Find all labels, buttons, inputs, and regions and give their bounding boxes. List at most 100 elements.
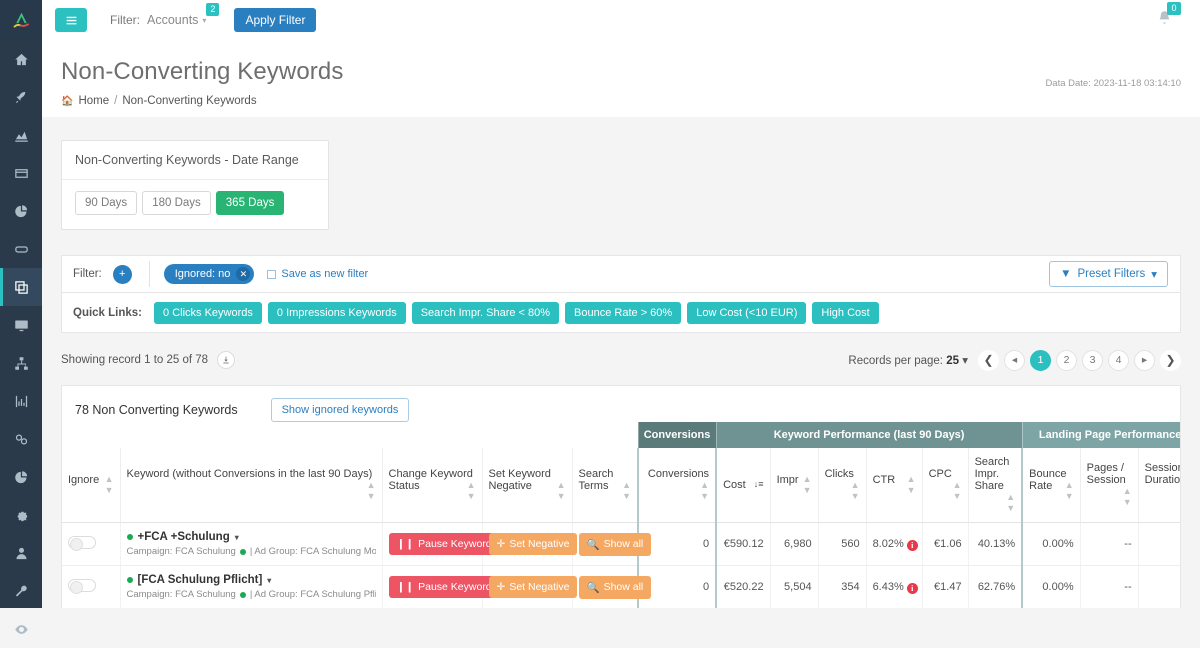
filter-bar-label: Filter: [73,268,102,280]
pause-keyword-button[interactable]: ❙❙ Pause Keyword [388,576,500,598]
column-search-terms[interactable]: Search Terms ▲ ▼ [572,448,639,523]
active-filter-chip[interactable]: Ignored: no ✕ [163,264,255,284]
sidebar-item-account[interactable] [0,534,42,572]
pagination-page-3[interactable]: 3 [1082,349,1103,371]
menu-toggle-button[interactable] [55,8,87,32]
quick-link-search-impr-share[interactable]: Search Impr. Share < 80% [411,301,560,324]
ctr-value: 6.43% [872,580,904,593]
column-change-keyword-status[interactable]: Change Keyword Status ▲ ▼ [382,448,483,523]
group-header-landing-page-performance: Landing Page Performance [1022,422,1180,448]
copy-icon [14,280,28,294]
sort-icon: ▲ ▼ [1006,492,1016,513]
column-search-impr-share[interactable]: Search Impr. Share ▲ ▼ [968,448,1023,523]
pagination-page-1[interactable]: 1 [1030,349,1051,371]
column-pages-session[interactable]: Pages / Session ▲ ▼ [1080,448,1139,523]
column-cost[interactable]: Cost ↓≡ [715,448,771,523]
accounts-dropdown[interactable]: Accounts ▾ 2 [147,3,220,27]
pagination-page-4[interactable]: 4 [1108,349,1129,371]
cell-change-status: ❙❙ Pause Keyword [382,565,500,608]
column-cpc[interactable]: CPC ▲ ▼ [922,448,969,523]
ignore-toggle[interactable] [68,536,96,551]
date-range-180-days[interactable]: 180 Days [142,191,211,215]
eye-icon [14,624,28,634]
notifications-button[interactable]: 0 [1157,2,1181,30]
sidebar-item-tools[interactable] [0,572,42,610]
pie-chart-icon [14,204,27,217]
pagination-page-2[interactable]: 2 [1056,349,1077,371]
sidebar-item-reports[interactable] [0,192,42,230]
quick-link-0-impressions[interactable]: 0 Impressions Keywords [267,301,406,324]
column-conversions[interactable]: Conversions ▲ ▼ [637,448,717,523]
breadcrumb-home-link[interactable]: Home [78,95,109,107]
close-icon[interactable]: ✕ [236,267,251,281]
sidebar-item-insights[interactable] [0,458,42,496]
column-ctr[interactable]: CTR ▲ ▼ [866,448,923,523]
sidebar-item-performance[interactable] [0,116,42,154]
sidebar-item-labels[interactable] [0,230,42,268]
cell-ctr: 8.02% i [866,522,923,566]
keyword-name[interactable]: +FCA +Schulung ▾ [126,531,376,543]
sidebar-item-monitor[interactable] [0,610,42,648]
set-negative-button[interactable]: ✛ Set Negative [488,576,578,598]
ignore-toggle[interactable] [68,579,96,594]
records-summary-row: Showing record 1 to 25 of 78 Records per… [61,346,1181,374]
pause-keyword-button[interactable]: ❙❙ Pause Keyword [388,533,500,555]
group-header-conversions: Conversions [638,422,717,448]
column-impr[interactable]: Impr ▲ ▼ [770,448,819,523]
campaign-status-dot-icon [239,548,246,555]
sidebar-item-analytics[interactable] [0,382,42,420]
date-range-90-days[interactable]: 90 Days [75,191,138,215]
column-session-duration[interactable]: Session Duration▲▼ [1138,448,1180,523]
column-ignore[interactable]: Ignore ▲ ▼ [62,448,121,523]
sidebar-item-campaigns[interactable] [0,78,42,116]
table-header-row: 78 Non Converting Keywords Show ignored … [62,386,1180,422]
quick-link-0-clicks[interactable]: 0 Clicks Keywords [154,301,262,324]
pagination-first[interactable]: ❮ [978,349,999,371]
negative-label: Set Negative [509,581,570,593]
save-as-new-filter-checkbox[interactable]: Save as new filter [267,268,368,280]
cell-keyword: [FCA Schulung Pflicht] ▾ Campaign: FCA Sch… [120,565,383,608]
preset-filters-button[interactable]: ▼ Preset Filters ▾ [1049,261,1168,287]
adgroup-label: | Ad Group: FCA Schulung Pflicht [249,589,376,600]
apply-filter-button[interactable]: Apply Filter [234,8,317,32]
quick-link-high-cost[interactable]: High Cost [812,301,879,324]
sidebar-item-links[interactable] [0,420,42,458]
cell-cpc: €1.47 [922,565,969,608]
sidebar-item-structure[interactable] [0,344,42,382]
gear-icon [17,511,27,521]
date-range-365-days[interactable]: 365 Days [215,191,285,215]
table-row: +FCA +Schulung ▾ Campaign: FCA Schulung | A… [62,522,1180,566]
chevron-down-icon: ▾ [234,532,239,542]
table-title: 78 Non Converting Keywords [75,402,238,417]
sitemap-icon [14,356,28,370]
pagination-last[interactable]: ❯ [1160,349,1181,371]
accounts-dropdown-label: Accounts [147,13,199,27]
pagination-next[interactable]: ▸ [1134,349,1155,371]
sidebar-item-settings[interactable] [0,496,42,534]
chevron-down-icon: ▾ [1151,269,1157,281]
column-clicks[interactable]: Clicks ▲ ▼ [818,448,867,523]
set-negative-button[interactable]: ✛ Set Negative [488,533,578,555]
sidebar-item-display[interactable] [0,306,42,344]
cell-search-impr-share: 40.13% [968,522,1023,566]
sidebar-item-home[interactable] [0,40,42,78]
add-filter-button[interactable]: + [112,264,132,284]
app-logo[interactable] [0,0,42,40]
sidebar-item-billing[interactable] [0,154,42,192]
pause-icon: ❙❙ [396,581,415,593]
quick-link-low-cost[interactable]: Low Cost (<10 EUR) [687,301,807,324]
sidebar-item-keywords[interactable] [0,268,42,306]
show-all-button[interactable]: 🔍 Show all [578,575,652,599]
export-button[interactable] [217,351,236,369]
quick-link-bounce-rate[interactable]: Bounce Rate > 60% [565,301,682,324]
show-all-button[interactable]: 🔍 Show all [578,532,652,556]
user-icon [16,547,26,559]
column-keyword[interactable]: Keyword (without Conversions in the last… [120,448,383,523]
pagination-prev[interactable]: ◂ [1004,349,1025,371]
keyword-name[interactable]: [FCA Schulung Pflicht] ▾ [126,574,376,586]
records-per-page[interactable]: Records per page: 25 ▾ [848,353,968,367]
show-ignored-keywords-button[interactable]: Show ignored keywords [270,397,410,422]
column-set-keyword-negative[interactable]: Set Keyword Negative ▲ ▼ [482,448,573,523]
column-bounce-rate[interactable]: Bounce Rate ▲ ▼ [1021,448,1081,523]
quick-links-label: Quick Links: [73,306,143,319]
